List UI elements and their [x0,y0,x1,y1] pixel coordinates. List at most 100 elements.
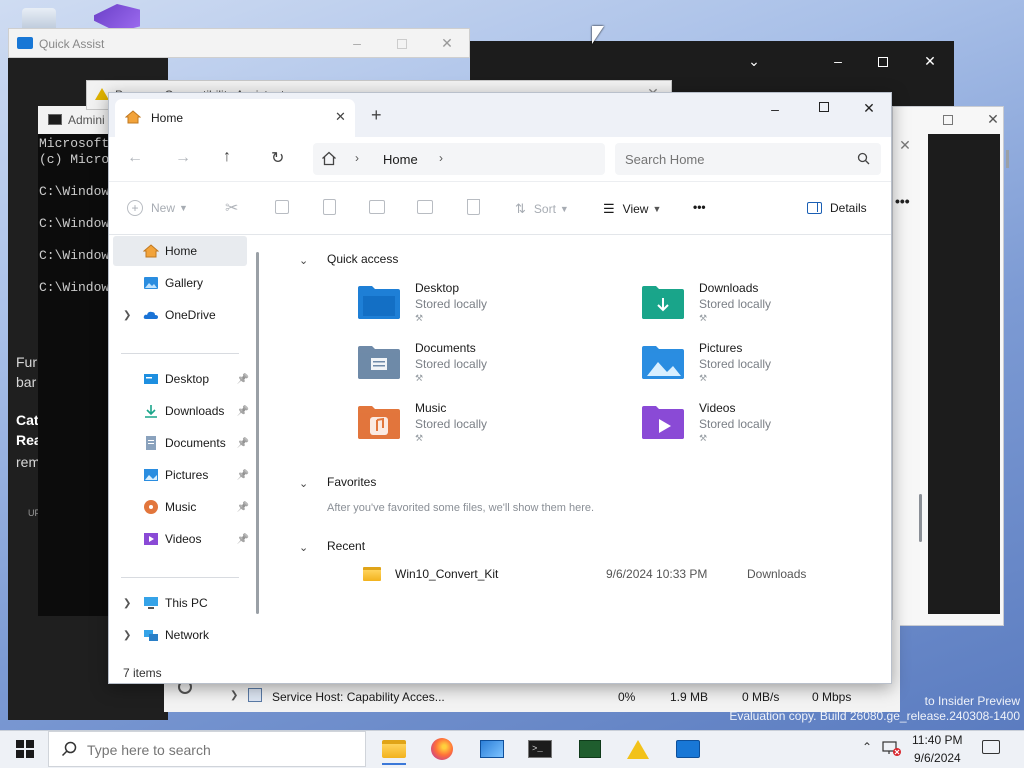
maximize-icon[interactable] [943,115,953,125]
chevron-down-icon: ⌄ [299,478,309,490]
nav-item-home[interactable]: Home [113,236,247,266]
close-icon[interactable]: ✕ [920,51,940,71]
expand-chevron-icon[interactable]: ❯ [230,690,238,701]
expand-chevron-icon[interactable]: ❯ [123,598,131,609]
pin-icon[interactable]: 📌 [237,406,249,417]
pin-icon: ⚒ [415,373,424,383]
quick-access-item[interactable]: Documents Stored locally ⚒ [357,340,577,390]
taskbar-task-manager[interactable] [574,733,606,765]
network-status-icon[interactable] [882,740,902,759]
favorites-header[interactable]: ⌄ Favorites [299,475,376,490]
breadcrumb-chevron-icon[interactable]: › [355,151,359,165]
nav-item-network[interactable]: ❯ Network [113,620,247,650]
copy-icon[interactable] [275,200,289,214]
notifications-icon[interactable] [982,740,1000,754]
forward-icon[interactable]: → [175,149,191,167]
close-tab-icon[interactable]: ✕ [335,109,346,125]
taskbar-file-explorer[interactable] [378,733,410,765]
more-options-button[interactable]: ••• [693,200,706,214]
quick-access-item[interactable]: Downloads Stored locally ⚒ [641,280,861,330]
quick-access-header[interactable]: ⌄ Quick access [299,252,399,267]
maximize-icon[interactable] [397,39,407,49]
quick-access-item[interactable]: Music Stored locally ⚒ [357,400,577,450]
sort-button[interactable]: ⇅ Sort ▼ [515,201,569,217]
refresh-icon[interactable]: ↻ [271,148,284,168]
quick-access-status: Stored locally [415,417,488,431]
nav-item-desktop[interactable]: Desktop 📌 [113,364,249,394]
back-icon[interactable]: ← [127,149,143,167]
quick-access-item[interactable]: Videos Stored locally ⚒ [641,400,861,450]
quick-access-name: Downloads [699,281,759,295]
clock-time[interactable]: 11:40 PM [912,733,962,747]
taskbar-app-chart[interactable] [476,733,508,765]
gallery-icon [143,275,159,291]
up-icon[interactable]: ↑ [223,148,231,166]
nav-scrollbar[interactable] [256,252,259,614]
tab-home[interactable]: Home ✕ [115,99,355,137]
search-input[interactable] [625,150,845,168]
music-folder-icon [357,404,401,440]
nav-item-gallery[interactable]: Gallery [113,268,247,298]
details-button[interactable]: Details [807,201,867,215]
taskbar-command-prompt[interactable]: >_ [524,733,556,765]
quick-access-item[interactable]: Pictures Stored locally ⚒ [641,340,861,390]
warning-icon [627,739,649,759]
documents-folder-icon [357,344,401,380]
task-row-name[interactable]: Service Host: Capability Acces... [272,690,445,704]
main-scrollbar[interactable] [919,494,922,542]
more-icon[interactable]: ••• [895,193,910,209]
nav-item-onedrive[interactable]: ❯ OneDrive [113,300,247,330]
view-button[interactable]: ☰ View ▼ [603,201,661,217]
taskbar-search-box[interactable] [48,731,366,767]
share-icon[interactable] [417,200,433,214]
scrollbar-thumb[interactable] [1006,150,1009,168]
quick-access-item[interactable]: Desktop Stored locally ⚒ [357,280,577,330]
nav-item-pictures[interactable]: Pictures 📌 [113,460,249,490]
pin-icon[interactable]: 📌 [237,534,249,545]
start-button[interactable] [8,736,42,762]
pin-icon[interactable]: 📌 [237,470,249,481]
quick-access-heading: Quick access [327,252,399,266]
tab-title: Home [151,111,184,125]
taskbar-search-input[interactable] [87,740,347,760]
close-icon[interactable]: ✕ [859,98,879,118]
pin-icon[interactable]: 📌 [237,438,249,449]
address-box[interactable]: › Home › [313,143,605,175]
taskbar-firefox[interactable] [426,733,458,765]
paste-icon[interactable] [323,199,336,215]
chevron-down-icon[interactable]: ⌄ [744,51,764,71]
rename-icon[interactable] [369,200,385,214]
new-tab-button[interactable]: + [371,105,382,126]
close-icon[interactable]: ✕ [895,135,915,155]
taskbar-quick-assist[interactable] [672,733,704,765]
pin-icon[interactable]: 📌 [237,502,249,513]
search-icon[interactable] [857,152,870,168]
nav-item-documents[interactable]: Documents 📌 [113,428,249,458]
nav-item-downloads[interactable]: Downloads 📌 [113,396,249,426]
cut-icon[interactable]: ✂ [225,198,238,218]
close-icon[interactable]: ✕ [983,109,1003,129]
breadcrumb-chevron-icon[interactable]: › [439,151,443,165]
delete-icon[interactable] [467,199,480,215]
nav-item-videos[interactable]: Videos 📌 [113,524,249,554]
show-hidden-icons-chevron[interactable]: ⌃ [862,740,872,754]
maximize-icon[interactable] [819,102,829,112]
breadcrumb-home[interactable]: Home [383,152,418,167]
minimize-icon[interactable]: – [347,33,367,53]
recent-header[interactable]: ⌄ Recent [299,539,365,554]
new-button[interactable]: + New ▼ [127,200,188,216]
close-icon[interactable]: ✕ [437,33,457,53]
tab-bar: Home ✕ + – ✕ [109,93,891,137]
nav-item-music[interactable]: Music 📌 [113,492,249,522]
recent-item-row[interactable]: Win10_Convert_Kit 9/6/2024 10:33 PM Downlo… [353,564,873,588]
maximize-icon[interactable] [878,57,888,67]
pin-icon[interactable]: 📌 [237,374,249,385]
minimize-icon[interactable]: – [828,51,848,71]
nav-item-this-pc[interactable]: ❯ This PC [113,588,247,618]
minimize-icon[interactable]: – [765,99,785,119]
taskbar-compatibility-assistant[interactable] [622,733,654,765]
clock-date[interactable]: 9/6/2024 [914,751,961,765]
expand-chevron-icon[interactable]: ❯ [123,310,131,321]
expand-chevron-icon[interactable]: ❯ [123,630,131,641]
search-box[interactable] [615,143,881,175]
